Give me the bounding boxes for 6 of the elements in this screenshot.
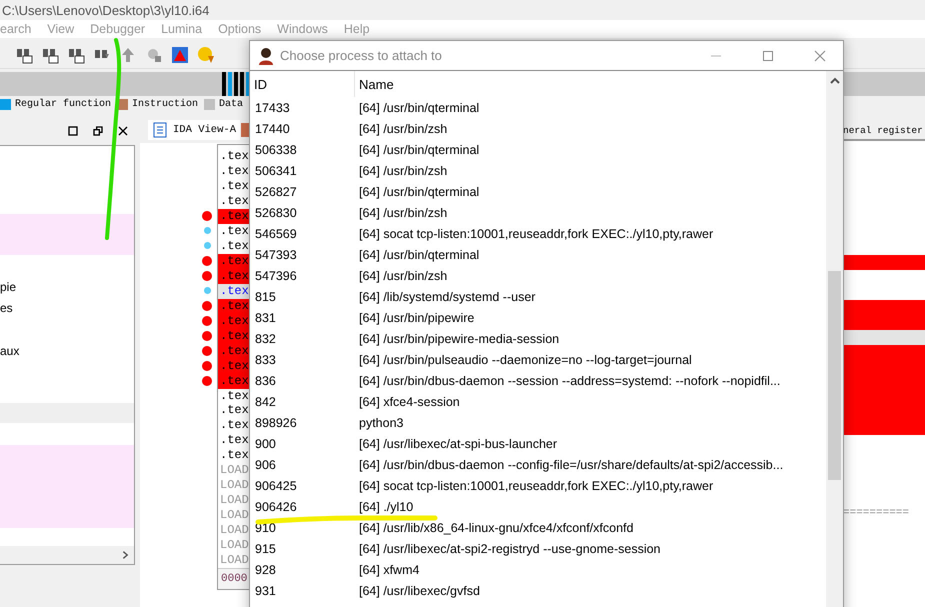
legend-label: Data [219, 98, 244, 110]
dialog-title: Choose process to attach to [280, 48, 443, 63]
legend-label: Instruction [132, 98, 198, 110]
separator-text: ========== [843, 507, 910, 519]
legend-label: Regular function [15, 98, 112, 110]
window-title: C:\Users\Lenovo\Desktop\3\yl10.i64 [1, 2, 210, 20]
